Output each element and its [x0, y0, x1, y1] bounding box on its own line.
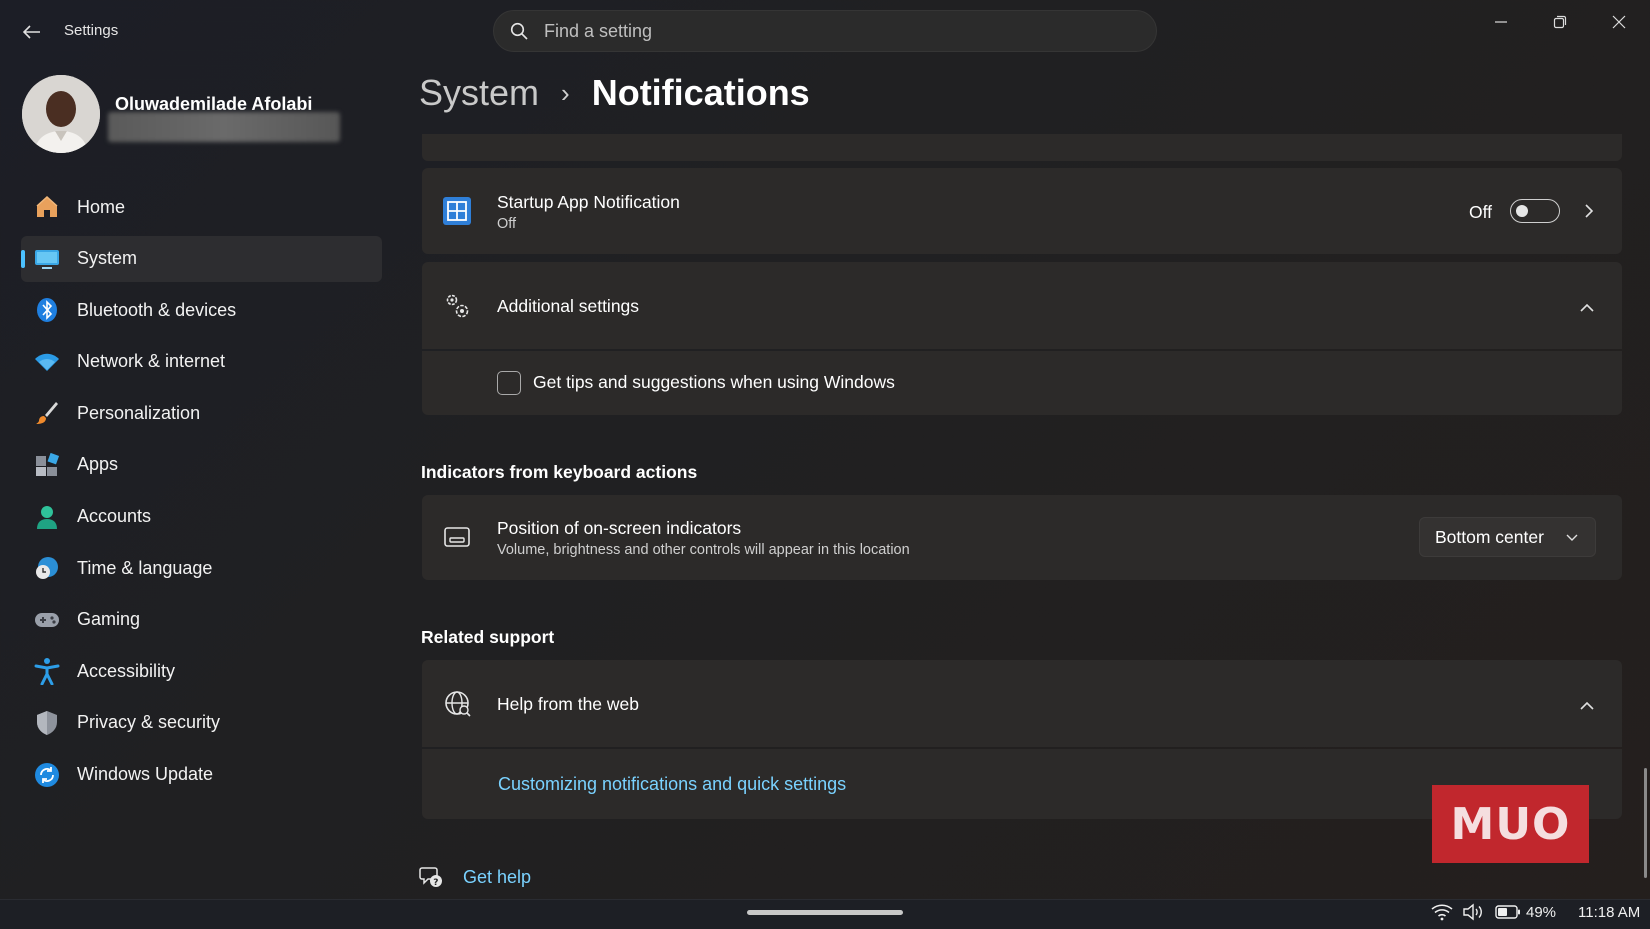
shield-icon	[33, 709, 61, 737]
sidebar-item-label: Personalization	[77, 402, 201, 423]
startup-app-icon	[442, 196, 472, 231]
tips-checkbox-label[interactable]: Get tips and suggestions when using Wind…	[533, 372, 895, 393]
startup-title: Startup App Notification	[497, 192, 680, 212]
bluetooth-icon	[33, 296, 61, 324]
sidebar-item-system[interactable]: System	[21, 235, 382, 282]
section-heading-related-support: Related support	[421, 627, 555, 647]
volume-icon	[1463, 903, 1482, 921]
get-help-icon: ?	[419, 864, 443, 893]
close-icon	[1612, 15, 1626, 29]
startup-notification-card[interactable]: Startup App Notification Off Off	[422, 168, 1622, 254]
wifi-status-icon	[1431, 904, 1453, 921]
close-button[interactable]	[1597, 8, 1641, 36]
breadcrumb: System › Notifications	[419, 72, 810, 114]
gears-icon	[444, 292, 472, 325]
sidebar-item-label: Network & internet	[77, 351, 226, 372]
app-title: Settings	[64, 22, 119, 39]
sidebar-item-label: System	[77, 248, 138, 269]
sidebar-item-home[interactable]: Home	[21, 184, 382, 230]
svg-text:?: ?	[433, 878, 438, 888]
globe-icon	[444, 690, 472, 723]
chevron-down-icon	[1566, 534, 1578, 541]
sidebar-item-privacy-security[interactable]: Privacy & security	[21, 700, 382, 746]
sidebar-item-label: Accessibility	[77, 660, 176, 681]
indicator-position-dropdown[interactable]: Bottom center	[1419, 517, 1596, 557]
sidebar-item-label: Time & language	[77, 557, 213, 578]
indicator-position-card: Position of on-screen indicators Volume,…	[422, 495, 1622, 580]
breadcrumb-separator: ›	[561, 77, 570, 108]
apps-icon	[33, 451, 61, 479]
back-button[interactable]	[16, 16, 48, 48]
sidebar-nav: Home System Bluetooth & devices Network …	[21, 184, 382, 803]
battery-percent: 49%	[1526, 903, 1557, 921]
chevron-up-icon[interactable]	[1579, 698, 1595, 716]
sidebar-item-accounts[interactable]: Accounts	[21, 494, 382, 540]
sidebar-item-label: Bluetooth & devices	[77, 299, 237, 320]
back-arrow-icon	[23, 25, 40, 39]
scrollbar[interactable]	[1644, 768, 1647, 878]
startup-subtitle: Off	[497, 216, 517, 232]
sidebar-item-personalization[interactable]: Personalization	[21, 390, 382, 436]
sidebar-item-label: Apps	[77, 454, 119, 475]
paintbrush-icon	[33, 399, 61, 427]
indicator-position-icon	[443, 525, 471, 554]
get-help-link[interactable]: Get help	[463, 867, 531, 888]
muo-watermark-logo: MUO	[1432, 785, 1589, 863]
sidebar-item-network[interactable]: Network & internet	[21, 339, 382, 385]
restore-button[interactable]	[1538, 8, 1582, 36]
minimize-icon	[1495, 21, 1507, 23]
system-tray[interactable]: 49% 11:18 AM	[1431, 903, 1640, 921]
breadcrumb-parent[interactable]: System	[419, 72, 539, 114]
search-box[interactable]	[493, 10, 1157, 52]
additional-settings-body: Get tips and suggestions when using Wind…	[422, 351, 1622, 415]
tips-checkbox[interactable]	[497, 371, 521, 395]
indicator-position-subtitle: Volume, brightness and other controls wi…	[497, 542, 910, 558]
sidebar-item-bluetooth[interactable]: Bluetooth & devices	[21, 287, 382, 333]
chevron-up-icon[interactable]	[1579, 300, 1595, 318]
additional-settings-header[interactable]: Additional settings	[422, 262, 1622, 349]
sidebar-item-accessibility[interactable]: Accessibility	[21, 648, 382, 694]
wifi-icon	[33, 348, 61, 376]
sidebar-item-windows-update[interactable]: Windows Update	[21, 752, 382, 798]
sidebar-item-gaming[interactable]: Gaming	[21, 597, 382, 643]
battery-icon	[1495, 905, 1520, 919]
restore-icon	[1553, 15, 1567, 29]
sidebar-item-label: Windows Update	[77, 764, 214, 785]
minimize-button[interactable]	[1479, 8, 1523, 36]
help-from-web-title: Help from the web	[497, 694, 640, 714]
accounts-icon	[33, 503, 61, 531]
watermark-text: MUO	[1450, 798, 1571, 850]
chevron-right-icon[interactable]	[1584, 203, 1594, 224]
help-from-web-header[interactable]: Help from the web	[422, 660, 1622, 747]
page-title: Notifications	[591, 72, 810, 113]
active-indicator	[21, 249, 25, 268]
update-icon	[33, 761, 61, 789]
accessibility-icon	[33, 657, 61, 686]
toggle-state-label: Off	[1469, 202, 1493, 222]
sidebar-item-label: Gaming	[77, 609, 141, 630]
avatar[interactable]	[22, 75, 100, 153]
customizing-notifications-link[interactable]: Customizing notifications and quick sett…	[498, 774, 846, 795]
additional-settings-title: Additional settings	[497, 296, 640, 316]
time-language-icon	[33, 554, 61, 582]
search-input[interactable]	[542, 19, 1156, 43]
search-icon	[508, 20, 530, 42]
home-indicator-bar[interactable]	[747, 910, 903, 915]
home-icon	[33, 193, 61, 221]
sidebar-item-time-language[interactable]: Time & language	[21, 545, 382, 591]
sidebar-item-label: Privacy & security	[77, 712, 221, 733]
clock-time[interactable]: 11:18 AM	[1578, 904, 1640, 921]
gamepad-icon	[33, 606, 61, 634]
partial-card	[422, 134, 1622, 161]
section-heading-indicators: Indicators from keyboard actions	[421, 462, 698, 482]
dropdown-value: Bottom center	[1435, 526, 1544, 547]
system-display-icon	[33, 245, 61, 273]
sidebar-item-label: Accounts	[77, 506, 152, 527]
indicator-position-title: Position of on-screen indicators	[497, 518, 742, 538]
user-email-redacted	[108, 112, 340, 142]
startup-toggle[interactable]	[1510, 199, 1560, 223]
sidebar-item-apps[interactable]: Apps	[21, 442, 382, 488]
sidebar-item-label: Home	[77, 196, 126, 217]
